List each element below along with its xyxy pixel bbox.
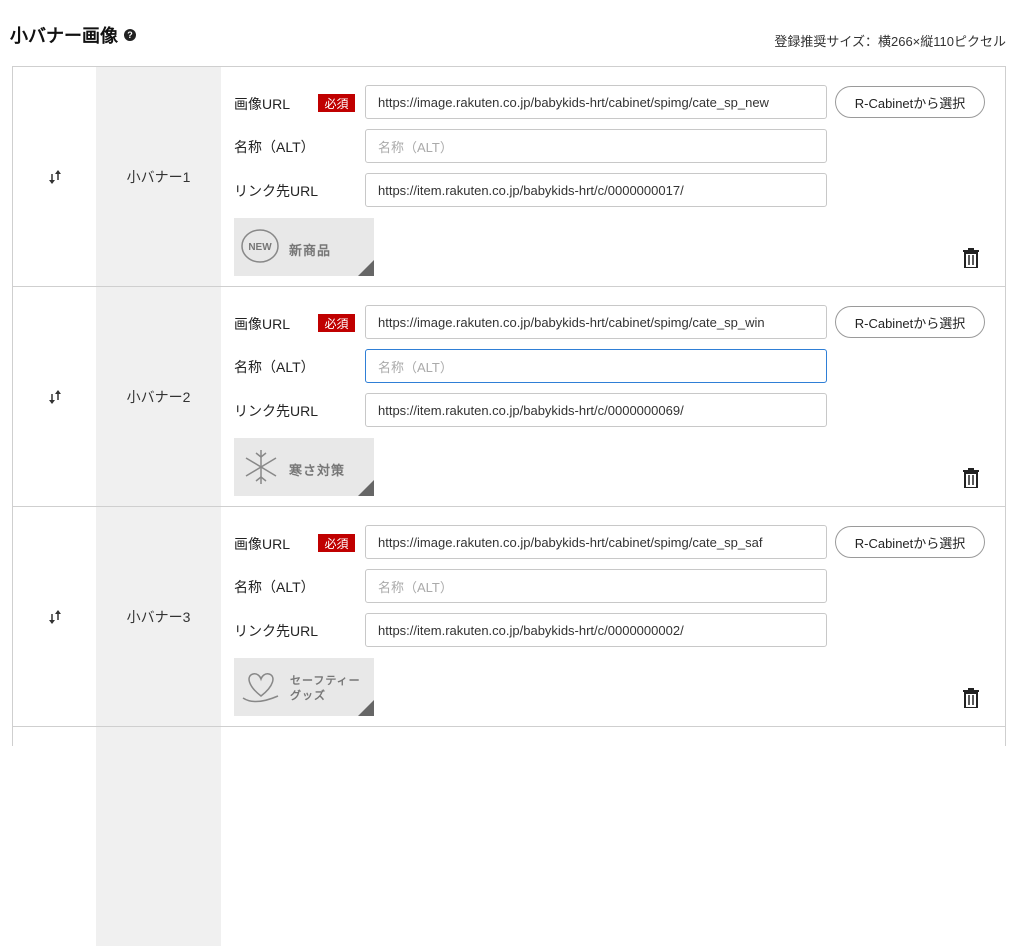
snowflake-icon bbox=[245, 450, 277, 484]
banner-thumbnail[interactable]: 寒さ対策 bbox=[234, 438, 374, 496]
section-title-text: 小バナー画像 bbox=[10, 26, 118, 46]
banner-thumbnail[interactable]: セーフティー グッズ bbox=[234, 658, 374, 716]
trash-icon[interactable] bbox=[963, 688, 979, 708]
banner-name: 小バナー3 bbox=[96, 507, 221, 726]
banner-row-4 bbox=[13, 726, 1005, 946]
banner-name: 小バナー1 bbox=[96, 67, 221, 286]
link-url-label: リンク先URL bbox=[234, 183, 319, 199]
thumbnail-text-line2: グッズ bbox=[290, 690, 326, 702]
trash-icon[interactable] bbox=[963, 248, 979, 268]
link-url-input[interactable]: https://item.rakuten.co.jp/babykids-hrt/… bbox=[365, 613, 827, 647]
banner-table: 小バナー1 画像URL 必須 https://image.rakuten.co.… bbox=[12, 66, 1006, 946]
image-url-label: 画像URL bbox=[234, 316, 291, 332]
rcabinet-select-button[interactable]: R-Cabinetから選択 bbox=[835, 526, 985, 558]
link-url-label: リンク先URL bbox=[234, 403, 319, 419]
banner-form: 画像URL 必須 https://image.rakuten.co.jp/bab… bbox=[221, 67, 1005, 286]
required-badge: 必須 bbox=[318, 94, 355, 112]
thumbnail-text: 寒さ対策 bbox=[289, 463, 346, 478]
banner-form: 画像URL 必須 https://image.rakuten.co.jp/bab… bbox=[221, 287, 1005, 506]
resize-corner bbox=[358, 260, 374, 276]
drag-handle[interactable] bbox=[13, 67, 96, 286]
image-url-input[interactable]: https://image.rakuten.co.jp/babykids-hrt… bbox=[365, 525, 827, 559]
resize-corner bbox=[358, 480, 374, 496]
reorder-arrows-icon[interactable] bbox=[48, 169, 62, 185]
resize-corner bbox=[358, 700, 374, 716]
image-url-input[interactable]: https://image.rakuten.co.jp/babykids-hrt… bbox=[365, 305, 827, 339]
alt-input[interactable]: 名称（ALT） bbox=[365, 349, 827, 383]
banner-row-2: 小バナー2 画像URL 必須 https://image.rakuten.co.… bbox=[13, 286, 1005, 506]
banner-row-1: 小バナー1 画像URL 必須 https://image.rakuten.co.… bbox=[13, 66, 1005, 286]
image-url-label: 画像URL bbox=[234, 536, 291, 552]
link-url-label: リンク先URL bbox=[234, 623, 319, 639]
banner-thumbnail[interactable]: NEW 新商品 bbox=[234, 218, 374, 276]
reorder-arrows-icon[interactable] bbox=[48, 609, 62, 625]
link-url-input[interactable]: https://item.rakuten.co.jp/babykids-hrt/… bbox=[365, 393, 827, 427]
heart-hand-icon bbox=[242, 673, 279, 703]
drag-handle[interactable] bbox=[13, 507, 96, 726]
new-badge-icon: NEW bbox=[241, 229, 279, 263]
recommended-size-note: 登録推奨サイズ：横266×縦110ピクセル bbox=[774, 34, 1006, 49]
section-title: 小バナー画像 ? bbox=[10, 22, 136, 48]
rcabinet-select-button[interactable]: R-Cabinetから選択 bbox=[835, 86, 985, 118]
thumbnail-text-line1: セーフティー bbox=[290, 675, 361, 687]
banner-name-partial bbox=[96, 727, 221, 946]
required-badge: 必須 bbox=[318, 534, 355, 552]
thumbnail-text: 新商品 bbox=[289, 243, 332, 258]
banner-row-3: 小バナー3 画像URL 必須 https://image.rakuten.co.… bbox=[13, 506, 1005, 726]
image-url-input[interactable]: https://image.rakuten.co.jp/babykids-hrt… bbox=[365, 85, 827, 119]
alt-label: 名称（ALT） bbox=[234, 139, 315, 155]
alt-input[interactable]: 名称（ALT） bbox=[365, 129, 827, 163]
new-badge-text: NEW bbox=[248, 242, 272, 253]
section-header: 小バナー画像 ? 登録推奨サイズ：横266×縦110ピクセル bbox=[0, 0, 1024, 66]
image-url-label: 画像URL bbox=[234, 96, 291, 112]
trash-icon[interactable] bbox=[963, 468, 979, 488]
rcabinet-select-button[interactable]: R-Cabinetから選択 bbox=[835, 306, 985, 338]
drag-handle[interactable] bbox=[13, 287, 96, 506]
required-badge: 必須 bbox=[318, 314, 355, 332]
help-icon[interactable]: ? bbox=[124, 29, 136, 41]
banner-form: 画像URL 必須 https://image.rakuten.co.jp/bab… bbox=[221, 507, 1005, 726]
alt-label: 名称（ALT） bbox=[234, 359, 315, 375]
link-url-input[interactable]: https://item.rakuten.co.jp/babykids-hrt/… bbox=[365, 173, 827, 207]
banner-name: 小バナー2 bbox=[96, 287, 221, 506]
reorder-arrows-icon[interactable] bbox=[48, 389, 62, 405]
alt-input[interactable]: 名称（ALT） bbox=[365, 569, 827, 603]
alt-label: 名称（ALT） bbox=[234, 579, 315, 595]
